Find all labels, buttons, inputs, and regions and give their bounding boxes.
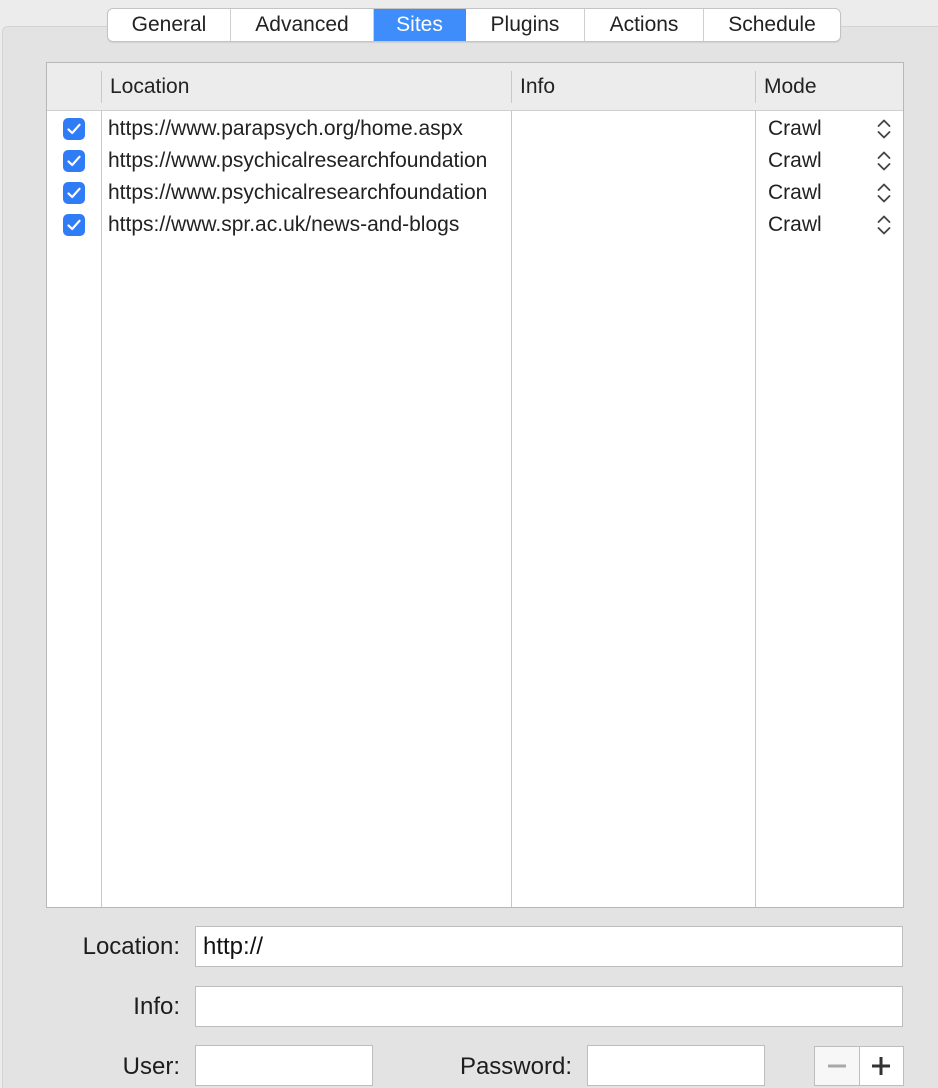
tab-bar: General Advanced Sites Plugins Actions S…: [107, 8, 841, 42]
add-remove-control: [814, 1046, 904, 1086]
stepper-icon[interactable]: [875, 117, 893, 141]
enabled-checkbox[interactable]: [63, 182, 85, 204]
location-cell: https://www.psychicalresearchfoundation: [108, 149, 488, 172]
password-label: Password:: [459, 1053, 572, 1080]
info-label: Info:: [133, 993, 180, 1020]
tab-advanced[interactable]: Advanced: [231, 9, 374, 41]
mode-cell[interactable]: Crawl: [768, 177, 822, 209]
minus-icon: [827, 1064, 846, 1068]
enabled-checkbox[interactable]: [63, 150, 85, 172]
sites-table: Location Info Mode https://www.parapsych…: [46, 62, 904, 908]
table-row[interactable]: https://www.spr.ac.uk/news-and-blogs Cra…: [47, 209, 903, 241]
table-row[interactable]: https://www.psychicalresearchfoundation …: [47, 145, 903, 177]
checkmark-icon: [67, 187, 81, 199]
tab-schedule[interactable]: Schedule: [704, 9, 840, 41]
table-header: Location Info Mode: [47, 63, 903, 111]
mode-cell[interactable]: Crawl: [768, 145, 822, 177]
stepper-icon[interactable]: [875, 213, 893, 237]
header-info[interactable]: Info: [511, 63, 555, 111]
tab-plugins[interactable]: Plugins: [466, 9, 585, 41]
location-cell: https://www.psychicalresearchfoundation: [108, 181, 488, 204]
add-site-button[interactable]: [858, 1047, 903, 1085]
tab-general[interactable]: General: [108, 9, 231, 41]
remove-site-button[interactable]: [815, 1047, 859, 1085]
password-field[interactable]: [587, 1045, 765, 1086]
enabled-checkbox[interactable]: [63, 118, 85, 140]
info-field[interactable]: [195, 986, 903, 1027]
header-location[interactable]: Location: [101, 63, 189, 111]
user-label: User:: [122, 1053, 180, 1080]
checkmark-icon: [67, 155, 81, 167]
mode-cell[interactable]: Crawl: [768, 209, 822, 241]
stepper-icon[interactable]: [875, 149, 893, 173]
location-cell: https://www.parapsych.org/home.aspx: [108, 117, 463, 140]
plus-icon: [872, 1057, 891, 1075]
header-mode[interactable]: Mode: [755, 63, 817, 111]
enabled-checkbox[interactable]: [63, 214, 85, 236]
table-row[interactable]: https://www.parapsych.org/home.aspx Craw…: [47, 113, 903, 145]
mode-cell[interactable]: Crawl: [768, 113, 822, 145]
location-label: Location:: [82, 933, 180, 960]
tab-actions[interactable]: Actions: [585, 9, 704, 41]
stepper-icon[interactable]: [875, 181, 893, 205]
user-field[interactable]: [195, 1045, 373, 1086]
tab-sites[interactable]: Sites: [374, 9, 466, 41]
checkmark-icon: [67, 123, 81, 135]
table-row[interactable]: https://www.psychicalresearchfoundation …: [47, 177, 903, 209]
checkmark-icon: [67, 219, 81, 231]
location-field[interactable]: [195, 926, 903, 967]
location-cell: https://www.spr.ac.uk/news-and-blogs: [108, 213, 460, 236]
